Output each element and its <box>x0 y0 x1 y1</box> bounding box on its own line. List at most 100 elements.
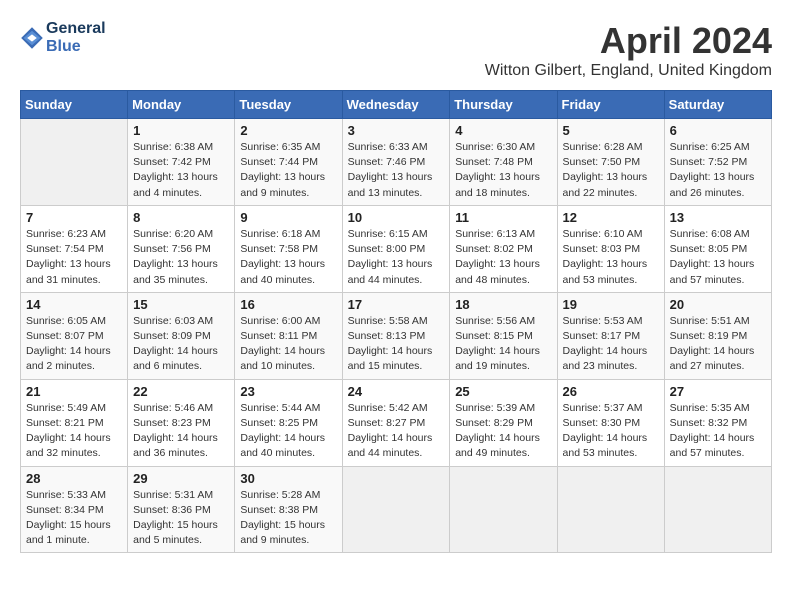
calendar-cell: 15Sunrise: 6:03 AMSunset: 8:09 PMDayligh… <box>128 292 235 379</box>
day-number: 1 <box>133 123 229 138</box>
calendar-cell: 5 Sunrise: 6:28 AMSunset: 7:50 PMDaylight… <box>557 119 664 206</box>
day-info: Sunrise: 5:39 AMSunset: 8:29 PMDaylight:… <box>455 401 551 462</box>
day-info: Sunrise: 6:15 AMSunset: 8:00 PMDaylight:… <box>348 227 445 288</box>
calendar-cell <box>664 466 771 553</box>
day-number: 25 <box>455 384 551 399</box>
day-number: 2 <box>240 123 336 138</box>
day-info: Sunrise: 5:31 AMSunset: 8:36 PMDaylight:… <box>133 488 229 549</box>
day-info: Sunrise: 5:58 AMSunset: 8:13 PMDaylight:… <box>348 314 445 375</box>
calendar-cell: 21 Sunrise: 5:49 AMSunset: 8:21 PMDayligh… <box>21 379 128 466</box>
day-header-saturday: Saturday <box>664 91 771 119</box>
calendar-week-2: 7 Sunrise: 6:23 AMSunset: 7:54 PMDaylight… <box>21 205 772 292</box>
day-info: Sunrise: 5:28 AMSunset: 8:38 PMDaylight:… <box>240 488 336 549</box>
calendar-cell: 29 Sunrise: 5:31 AMSunset: 8:36 PMDayligh… <box>128 466 235 553</box>
calendar-cell: 6 Sunrise: 6:25 AMSunset: 7:52 PMDaylight… <box>664 119 771 206</box>
day-info: Sunrise: 5:33 AMSunset: 8:34 PMDaylight:… <box>26 488 122 549</box>
calendar-cell: 1 Sunrise: 6:38 AMSunset: 7:42 PMDaylight… <box>128 119 235 206</box>
calendar-cell: 11Sunrise: 6:13 AMSunset: 8:02 PMDayligh… <box>450 205 557 292</box>
calendar-cell: 22Sunrise: 5:46 AMSunset: 8:23 PMDayligh… <box>128 379 235 466</box>
day-number: 8 <box>133 210 229 225</box>
day-number: 24 <box>348 384 445 399</box>
day-number: 27 <box>670 384 766 399</box>
day-number: 21 <box>26 384 122 399</box>
day-info: Sunrise: 6:05 AMSunset: 8:07 PMDaylight:… <box>26 314 122 375</box>
day-info: Sunrise: 6:28 AMSunset: 7:50 PMDaylight:… <box>563 140 659 201</box>
calendar-cell: 4Sunrise: 6:30 AMSunset: 7:48 PMDaylight… <box>450 119 557 206</box>
day-header-monday: Monday <box>128 91 235 119</box>
day-number: 13 <box>670 210 766 225</box>
calendar-header-row: SundayMondayTuesdayWednesdayThursdayFrid… <box>21 91 772 119</box>
calendar-cell: 24 Sunrise: 5:42 AMSunset: 8:27 PMDayligh… <box>342 379 450 466</box>
calendar-cell: 9Sunrise: 6:18 AMSunset: 7:58 PMDaylight… <box>235 205 342 292</box>
day-number: 23 <box>240 384 336 399</box>
day-number: 7 <box>26 210 122 225</box>
day-info: Sunrise: 6:10 AMSunset: 8:03 PMDaylight:… <box>563 227 659 288</box>
day-number: 12 <box>563 210 659 225</box>
location: Witton Gilbert, England, United Kingdom <box>485 62 772 80</box>
day-number: 29 <box>133 471 229 486</box>
day-number: 5 <box>563 123 659 138</box>
calendar-cell: 20 Sunrise: 5:51 AMSunset: 8:19 PMDayligh… <box>664 292 771 379</box>
day-number: 4 <box>455 123 551 138</box>
calendar-body: 1 Sunrise: 6:38 AMSunset: 7:42 PMDaylight… <box>21 119 772 553</box>
day-info: Sunrise: 6:23 AMSunset: 7:54 PMDaylight:… <box>26 227 122 288</box>
calendar-cell: 12 Sunrise: 6:10 AMSunset: 8:03 PMDayligh… <box>557 205 664 292</box>
day-number: 26 <box>563 384 659 399</box>
calendar-cell: 25 Sunrise: 5:39 AMSunset: 8:29 PMDayligh… <box>450 379 557 466</box>
calendar-week-3: 14 Sunrise: 6:05 AMSunset: 8:07 PMDayligh… <box>21 292 772 379</box>
month-title: April 2024 <box>485 20 772 62</box>
calendar-cell: 28 Sunrise: 5:33 AMSunset: 8:34 PMDayligh… <box>21 466 128 553</box>
day-number: 28 <box>26 471 122 486</box>
day-info: Sunrise: 6:35 AMSunset: 7:44 PMDaylight:… <box>240 140 336 201</box>
day-number: 19 <box>563 297 659 312</box>
day-header-wednesday: Wednesday <box>342 91 450 119</box>
day-info: Sunrise: 5:44 AMSunset: 8:25 PMDaylight:… <box>240 401 336 462</box>
day-info: Sunrise: 5:42 AMSunset: 8:27 PMDaylight:… <box>348 401 445 462</box>
day-info: Sunrise: 6:38 AMSunset: 7:42 PMDaylight:… <box>133 140 229 201</box>
day-number: 3 <box>348 123 445 138</box>
calendar-cell: 3 Sunrise: 6:33 AMSunset: 7:46 PMDaylight… <box>342 119 450 206</box>
day-number: 20 <box>670 297 766 312</box>
calendar-week-1: 1 Sunrise: 6:38 AMSunset: 7:42 PMDaylight… <box>21 119 772 206</box>
day-info: Sunrise: 5:51 AMSunset: 8:19 PMDaylight:… <box>670 314 766 375</box>
calendar-cell: 10 Sunrise: 6:15 AMSunset: 8:00 PMDayligh… <box>342 205 450 292</box>
day-info: Sunrise: 6:03 AMSunset: 8:09 PMDaylight:… <box>133 314 229 375</box>
calendar-cell: 30Sunrise: 5:28 AMSunset: 8:38 PMDayligh… <box>235 466 342 553</box>
calendar-cell: 2 Sunrise: 6:35 AMSunset: 7:44 PMDaylight… <box>235 119 342 206</box>
day-number: 17 <box>348 297 445 312</box>
day-number: 14 <box>26 297 122 312</box>
logo-icon <box>20 26 44 50</box>
day-info: Sunrise: 5:49 AMSunset: 8:21 PMDaylight:… <box>26 401 122 462</box>
day-number: 10 <box>348 210 445 225</box>
day-number: 11 <box>455 210 551 225</box>
day-info: Sunrise: 6:00 AMSunset: 8:11 PMDaylight:… <box>240 314 336 375</box>
calendar-cell: 7 Sunrise: 6:23 AMSunset: 7:54 PMDaylight… <box>21 205 128 292</box>
day-number: 16 <box>240 297 336 312</box>
page-header: General Blue April 2024 Witton Gilbert, … <box>20 20 772 80</box>
calendar-cell: 23 Sunrise: 5:44 AMSunset: 8:25 PMDayligh… <box>235 379 342 466</box>
day-info: Sunrise: 6:25 AMSunset: 7:52 PMDaylight:… <box>670 140 766 201</box>
calendar-cell: 26Sunrise: 5:37 AMSunset: 8:30 PMDayligh… <box>557 379 664 466</box>
title-block: April 2024 Witton Gilbert, England, Unit… <box>485 20 772 80</box>
calendar-cell: 18Sunrise: 5:56 AMSunset: 8:15 PMDayligh… <box>450 292 557 379</box>
calendar-cell: 16 Sunrise: 6:00 AMSunset: 8:11 PMDayligh… <box>235 292 342 379</box>
calendar-cell: 27 Sunrise: 5:35 AMSunset: 8:32 PMDayligh… <box>664 379 771 466</box>
day-info: Sunrise: 6:08 AMSunset: 8:05 PMDaylight:… <box>670 227 766 288</box>
logo: General Blue <box>20 20 106 55</box>
day-header-thursday: Thursday <box>450 91 557 119</box>
calendar-cell: 19 Sunrise: 5:53 AMSunset: 8:17 PMDayligh… <box>557 292 664 379</box>
day-info: Sunrise: 5:53 AMSunset: 8:17 PMDaylight:… <box>563 314 659 375</box>
day-number: 22 <box>133 384 229 399</box>
calendar-cell <box>557 466 664 553</box>
day-info: Sunrise: 5:56 AMSunset: 8:15 PMDaylight:… <box>455 314 551 375</box>
calendar-cell: 13 Sunrise: 6:08 AMSunset: 8:05 PMDayligh… <box>664 205 771 292</box>
calendar-cell: 14 Sunrise: 6:05 AMSunset: 8:07 PMDayligh… <box>21 292 128 379</box>
calendar-cell <box>450 466 557 553</box>
day-header-sunday: Sunday <box>21 91 128 119</box>
day-info: Sunrise: 6:18 AMSunset: 7:58 PMDaylight:… <box>240 227 336 288</box>
day-number: 6 <box>670 123 766 138</box>
calendar-cell: 8Sunrise: 6:20 AMSunset: 7:56 PMDaylight… <box>128 205 235 292</box>
day-info: Sunrise: 6:33 AMSunset: 7:46 PMDaylight:… <box>348 140 445 201</box>
logo-text: General Blue <box>46 20 106 55</box>
day-info: Sunrise: 5:35 AMSunset: 8:32 PMDaylight:… <box>670 401 766 462</box>
